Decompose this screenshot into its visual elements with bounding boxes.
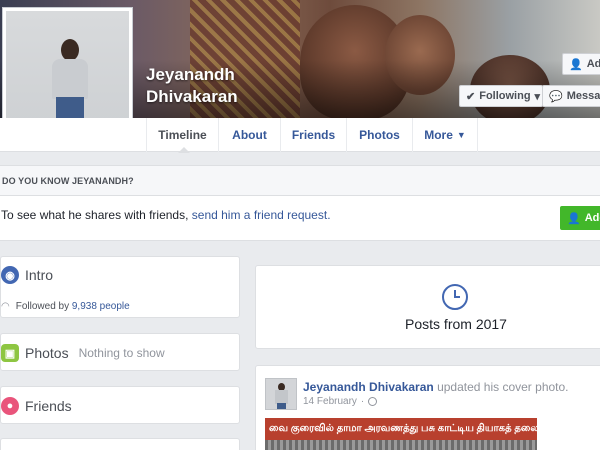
tab-photos[interactable]: Photos: [346, 118, 412, 152]
chevron-down-icon: ▾: [534, 90, 541, 103]
send-friend-request-link[interactable]: send him a friend request.: [192, 208, 331, 222]
post-author-link[interactable]: Jeyanandh Dhivakaran: [303, 380, 434, 394]
active-tab-caret: [178, 147, 190, 153]
rss-icon: ◠: [1, 301, 10, 312]
cover-photo-thumbnail[interactable]: வை குரைவில் தாமா அரவணத்து பசு காட்டிய தி…: [265, 418, 537, 450]
followers-line: ◠ Followed by 9,938 people: [1, 301, 130, 312]
feed-post: Jeyanandh Dhivakaran updated his cover p…: [255, 365, 600, 450]
avatar[interactable]: [265, 378, 297, 410]
year-posts-label: Posts from 2017: [405, 316, 507, 332]
post-date-link[interactable]: 14 February: [303, 396, 357, 407]
intro-card: ◉ Intro ◠ Followed by 9,938 people: [0, 256, 240, 318]
globe-icon: ◉: [1, 266, 19, 284]
messenger-icon: 💬: [549, 90, 563, 103]
image-caption-text: வை குரைவில் தாமா அரவணத்து பசு காட்டிய தி…: [265, 418, 537, 440]
check-icon: ✔: [466, 90, 476, 103]
message-button[interactable]: 💬 Message: [542, 85, 600, 107]
prompt-text: To see what he shares with friends, send…: [1, 208, 331, 222]
photos-card[interactable]: ▣ Photos Nothing to show: [0, 333, 240, 371]
tab-timeline[interactable]: Timeline: [146, 118, 218, 153]
photo-icon: ▣: [1, 344, 19, 362]
globe-icon: [368, 397, 378, 406]
prompt-header: DO YOU KNOW JEYANANDH?: [0, 166, 600, 196]
add-friend-button[interactable]: 👤 Add: [560, 206, 600, 230]
add-friend-cover-button[interactable]: 👤 Add: [562, 53, 600, 75]
post-action-text: updated his cover photo.: [437, 380, 569, 394]
clock-icon: [442, 284, 468, 310]
friends-title: Friends: [25, 398, 72, 414]
friends-icon: ●: [1, 397, 19, 415]
chevron-down-icon: ▼: [456, 130, 466, 140]
tab-more[interactable]: More ▼: [412, 118, 478, 152]
tab-friends[interactable]: Friends: [280, 118, 346, 152]
photos-title: Photos: [25, 345, 69, 361]
year-posts-card[interactable]: Posts from 2017: [255, 265, 600, 349]
tab-about[interactable]: About: [218, 118, 280, 152]
friend-request-prompt: DO YOU KNOW JEYANANDH? To see what he sh…: [0, 165, 600, 241]
photos-empty-text: Nothing to show: [78, 346, 165, 360]
followers-link[interactable]: 9,938 people: [72, 301, 130, 312]
intro-title: Intro: [25, 267, 54, 283]
profile-name[interactable]: Jeyanandh Dhivakaran: [146, 64, 296, 108]
add-friend-icon: 👤: [567, 212, 581, 225]
following-button[interactable]: ✔ Following ▾: [459, 85, 543, 107]
add-friend-icon: 👤: [569, 58, 583, 71]
more-card: [0, 438, 240, 450]
friends-card[interactable]: ● Friends: [0, 386, 240, 424]
profile-nav: Timeline About Friends Photos More ▼: [0, 118, 600, 153]
